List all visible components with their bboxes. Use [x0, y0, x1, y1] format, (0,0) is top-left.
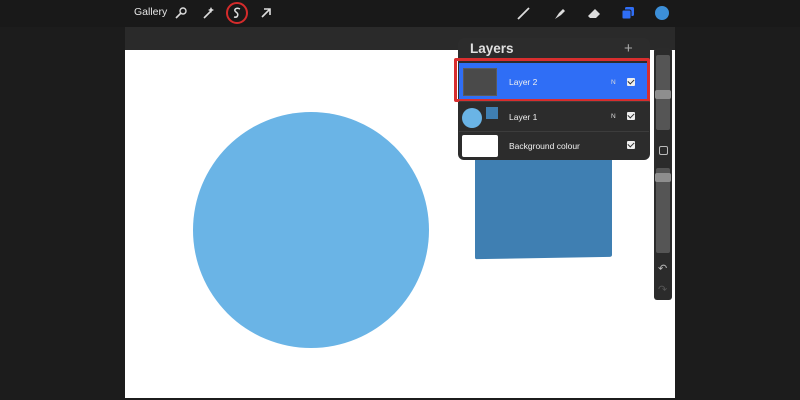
transform-arrow-icon[interactable] [257, 4, 275, 22]
wrench-icon[interactable] [172, 4, 190, 22]
visibility-checkbox[interactable] [627, 141, 635, 149]
magic-wand-icon[interactable] [199, 4, 217, 22]
layer-thumbnail [462, 135, 498, 157]
brush-size-thumb[interactable] [655, 90, 671, 99]
visibility-checkbox[interactable] [627, 112, 635, 120]
undo-icon[interactable]: ↶ [658, 262, 667, 275]
brush-icon[interactable] [515, 4, 533, 22]
layers-icon[interactable] [619, 4, 637, 22]
blend-mode[interactable]: N [611, 113, 616, 120]
layer-row-layer-1[interactable]: Layer 1 N [459, 102, 649, 132]
layer-thumbnail [462, 105, 498, 131]
smudge-icon[interactable] [550, 4, 568, 22]
gallery-button[interactable]: Gallery [134, 6, 167, 18]
layers-panel-title: Layers [470, 41, 514, 56]
layer-name: Background colour [509, 141, 580, 151]
color-icon[interactable] [653, 4, 671, 22]
layer-2-highlight [454, 58, 650, 102]
eraser-icon[interactable] [585, 4, 603, 22]
top-toolbar [0, 0, 800, 27]
layer-row-background-colour[interactable]: Background colour [459, 132, 649, 162]
opacity-thumb[interactable] [655, 173, 671, 182]
redo-icon[interactable]: ↷ [658, 283, 667, 296]
blue-circle-shape [193, 112, 429, 348]
layer-name: Layer 1 [509, 112, 538, 122]
selection-tool-highlight [226, 2, 248, 24]
modify-button[interactable] [659, 146, 668, 155]
add-layer-button[interactable]: + [624, 40, 633, 57]
